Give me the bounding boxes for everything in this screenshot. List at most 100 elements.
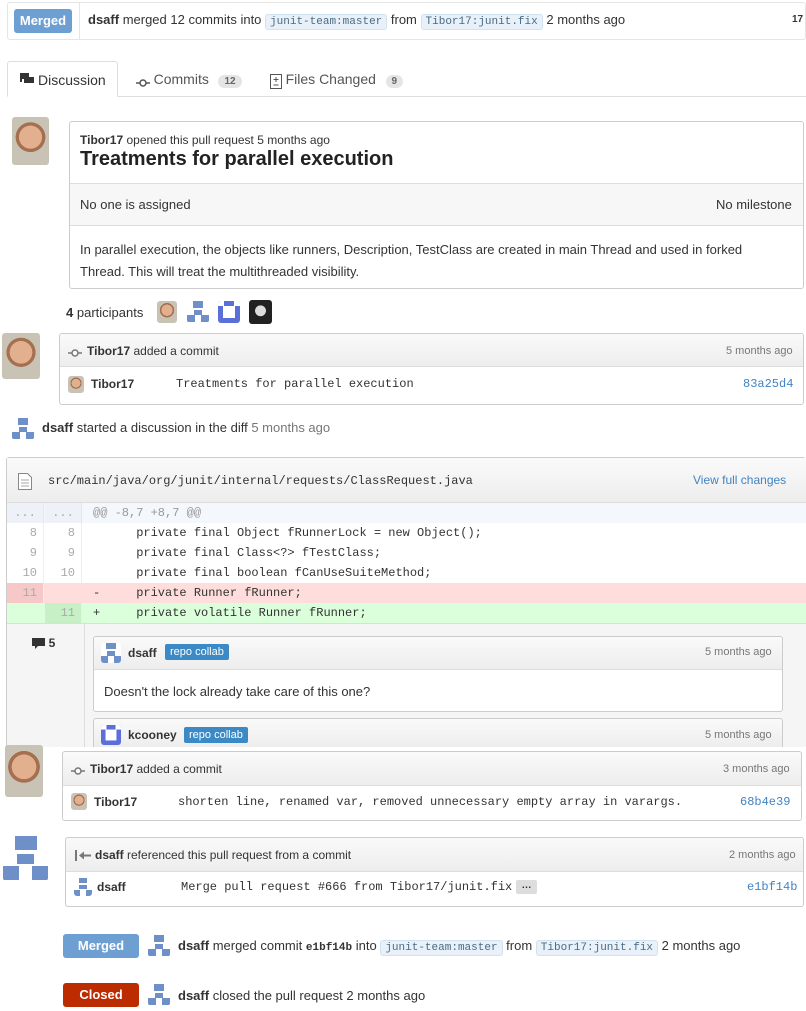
diff-line[interactable]: 88 private final Object fRunnerLock = ne… [7, 523, 806, 543]
reference-user-link[interactable]: dsaff [95, 848, 124, 862]
comment-author[interactable]: dsaff [128, 646, 157, 660]
diff-old-line-number[interactable]: 10 [7, 563, 44, 583]
commit1-time: 5 months ago [726, 345, 793, 357]
discussion-user-link[interactable]: dsaff [42, 420, 73, 435]
merged-commit-sha[interactable]: e1bf14b [306, 942, 352, 954]
comment-author[interactable]: kcooney [128, 728, 177, 742]
file-diff-icon [270, 73, 282, 89]
dsaff-avatar[interactable] [148, 935, 170, 957]
reference-header: dsaff referenced this pull request from … [95, 848, 351, 862]
commit-icon [71, 764, 85, 775]
commit1-author-avatar[interactable] [68, 376, 84, 393]
tabs-baseline [7, 96, 806, 97]
closed-user-link[interactable]: dsaff [178, 988, 209, 1003]
discussion-started-line: dsaff started a discussion in the diff 5… [42, 420, 330, 435]
diff-new-line-number[interactable]: 8 [45, 523, 82, 543]
commit2-message[interactable]: shorten line, renamed var, removed unnec… [178, 795, 682, 809]
pr-title: Treatments for parallel execution [80, 148, 394, 170]
merged-user-link[interactable]: dsaff [178, 938, 209, 953]
commit2-author[interactable]: Tibor17 [94, 795, 137, 809]
diff-old-line-number[interactable]: 8 [7, 523, 44, 543]
pr-milestone[interactable]: No milestone [716, 197, 792, 212]
commit2-sha[interactable]: 68b4e39 [740, 795, 790, 809]
tab-files-changed[interactable]: Files Changed 9 [270, 71, 404, 89]
diff-new-line-number[interactable]: 10 [45, 563, 82, 583]
commit2-action: added a commit [136, 762, 222, 776]
pr-description: In parallel execution, the objects like … [80, 242, 743, 279]
comment-icon [32, 638, 45, 650]
pr-assignee[interactable]: No one is assigned [80, 197, 191, 212]
participant-avatar-tibor17[interactable] [157, 301, 177, 323]
tab-files-changed-count: 9 [385, 75, 404, 88]
reference-time: 2 months ago [729, 849, 796, 861]
dsaff-avatar[interactable] [3, 836, 48, 881]
tab-commits[interactable]: Commits 12 [136, 71, 242, 88]
tibor17-avatar[interactable] [2, 333, 40, 379]
header-divider [79, 2, 80, 40]
reference-message[interactable]: Merge pull request #666 from Tibor17/jun… [181, 880, 512, 894]
commit1-author[interactable]: Tibor17 [91, 377, 134, 391]
tibor17-avatar[interactable] [5, 745, 43, 797]
participants-label: 4 participants [66, 305, 143, 320]
header-user-link[interactable]: dsaff [88, 12, 119, 27]
reference-sha[interactable]: e1bf14b [747, 880, 797, 894]
commit1-sha[interactable]: 83a25d4 [743, 377, 793, 391]
diff-file-path[interactable]: src/main/java/org/junit/internal/request… [48, 474, 473, 488]
merged-event-badge: Merged [63, 934, 139, 958]
diff-line[interactable]: 10 10 private final boolean fCanUseSuiteM… [7, 563, 806, 583]
diff-hunk-row: ... ... @@ -8,7 +8,7 @@ [7, 503, 806, 523]
dsaff-avatar[interactable] [148, 984, 170, 1006]
commit1-header: Tibor17 added a commit [87, 344, 219, 358]
closed-event-badge: Closed [63, 983, 139, 1007]
header-from-text: from [390, 12, 417, 27]
diff-new-line-number[interactable]: 11 [45, 603, 82, 623]
commit1-user-link[interactable]: Tibor17 [87, 344, 130, 358]
diff-code: private final Object fRunnerLock = new O… [93, 526, 482, 540]
merged-head-branch[interactable]: Tibor17:junit.fix [535, 940, 659, 956]
tibor17-avatar[interactable] [12, 117, 49, 165]
reference-author[interactable]: dsaff [97, 880, 126, 894]
header-time: 2 months ago [546, 12, 626, 27]
commit2-author-avatar[interactable] [71, 793, 87, 810]
commit2-user-link[interactable]: Tibor17 [90, 762, 133, 776]
header-action-text: merged 12 commits into [122, 12, 262, 27]
participant-avatar-other[interactable] [249, 300, 272, 324]
diff-code: - private Runner fRunner; [93, 586, 302, 600]
diff-old-line-number[interactable]: 11 [7, 583, 44, 603]
commit-icon [68, 346, 82, 357]
view-full-changes-link[interactable]: View full changes [693, 473, 786, 487]
diff-code: + private volatile Runner fRunner; [93, 606, 367, 620]
participant-avatar-dsaff[interactable] [187, 301, 209, 323]
head-branch-label[interactable]: Tibor17:junit.fix [420, 14, 543, 30]
expand-message-button[interactable]: … [516, 880, 537, 894]
commit-icon [136, 76, 150, 87]
diff-old-line-number[interactable]: 9 [7, 543, 44, 563]
header-cut-off-text: 17 [792, 14, 804, 25]
diff-new-line-number[interactable]: 9 [45, 543, 82, 563]
tab-discussion[interactable]: Discussion [7, 61, 118, 97]
dsaff-avatar[interactable] [101, 643, 121, 663]
merged-base-branch[interactable]: junit-team:master [380, 940, 503, 956]
base-branch-label[interactable]: junit-team:master [265, 14, 388, 30]
participant-avatar-kcooney[interactable] [218, 301, 240, 323]
discussion-icon [20, 73, 34, 84]
reference-author-avatar[interactable] [74, 878, 92, 896]
diff-line[interactable]: 99 private final Class<?> fTestClass; [7, 543, 806, 563]
pr-author-link[interactable]: Tibor17 [80, 133, 123, 147]
kcooney-avatar[interactable] [101, 725, 121, 745]
merged-status-badge: Merged [14, 9, 72, 33]
diff-line-added[interactable]: 11 + private volatile Runner fRunner; [7, 603, 806, 623]
tab-discussion-label: Discussion [38, 72, 106, 88]
commit1-message[interactable]: Treatments for parallel execution [176, 377, 414, 391]
closed-event-text: dsaff closed the pull request 2 months a… [178, 988, 426, 1003]
tab-files-changed-label: Files Changed [285, 71, 376, 87]
diff-code: private final Class<?> fTestClass; [93, 546, 382, 560]
discussion-time: 5 months ago [251, 420, 331, 435]
participants-text: participants [76, 305, 144, 320]
diff-code: private final boolean fCanUseSuiteMethod… [93, 566, 432, 580]
tab-commits-count: 12 [218, 75, 242, 88]
tab-commits-label: Commits [153, 71, 209, 87]
discussion-action: started a discussion in the diff [76, 420, 248, 435]
diff-line-deleted[interactable]: 11 - private Runner fRunner; [7, 583, 806, 603]
dsaff-avatar[interactable] [12, 418, 34, 440]
